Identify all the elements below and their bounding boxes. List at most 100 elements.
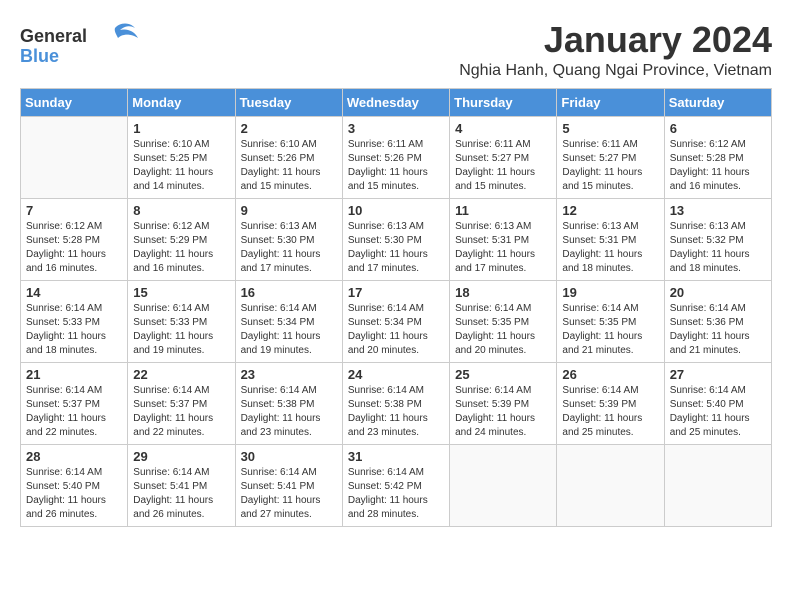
day-number: 12 (562, 203, 658, 218)
week-row-2: 7 Sunrise: 6:12 AMSunset: 5:28 PMDaylight… (21, 198, 772, 280)
day-info: Sunrise: 6:14 AMSunset: 5:41 PMDaylight:… (133, 466, 229, 522)
day-info: Sunrise: 6:12 AMSunset: 5:29 PMDaylight:… (133, 220, 229, 276)
day-number: 14 (26, 285, 122, 300)
calendar-cell: 18Sunrise: 6:14 AMSunset: 5:35 PMDayligh… (450, 280, 557, 362)
day-info: Sunrise: 6:14 AMSunset: 5:34 PMDaylight:… (241, 302, 337, 358)
svg-text:General: General (20, 26, 87, 46)
day-info: Sunrise: 6:14 AMSunset: 5:37 PMDaylight:… (26, 384, 122, 440)
weekday-header-saturday: Saturday (664, 88, 771, 116)
calendar-cell: 23 Sunrise: 6:14 AMSunset: 5:38 PMDayligh… (235, 362, 342, 444)
day-info: Sunrise: 6:14 AMSunset: 5:41 PMDaylight:… (241, 466, 337, 522)
day-info: Sunrise: 6:14 AMSunset: 5:36 PMDaylight:… (670, 302, 766, 358)
calendar-cell: 2 Sunrise: 6:10 AMSunset: 5:26 PMDaylight… (235, 116, 342, 198)
day-number: 11 (455, 203, 551, 218)
day-number: 3 (348, 121, 444, 136)
day-number: 25 (455, 367, 551, 382)
calendar-cell (21, 116, 128, 198)
day-number: 29 (133, 449, 229, 464)
svg-text:Blue: Blue (20, 46, 59, 66)
week-row-1: 1 Sunrise: 6:10 AMSunset: 5:25 PMDaylight… (21, 116, 772, 198)
day-number: 6 (670, 121, 766, 136)
calendar-cell: 5 Sunrise: 6:11 AMSunset: 5:27 PMDaylight… (557, 116, 664, 198)
day-info: Sunrise: 6:14 AMSunset: 5:35 PMDaylight:… (562, 302, 658, 358)
day-info: Sunrise: 6:12 AMSunset: 5:28 PMDaylight:… (670, 138, 766, 194)
day-info: Sunrise: 6:10 AMSunset: 5:26 PMDaylight:… (241, 138, 337, 194)
calendar-cell: 19 Sunrise: 6:14 AMSunset: 5:35 PMDayligh… (557, 280, 664, 362)
day-info: Sunrise: 6:14 AMSunset: 5:40 PMDaylight:… (26, 466, 122, 522)
day-number: 26 (562, 367, 658, 382)
title-section: January 2024 Nghia Hanh, Quang Ngai Prov… (459, 20, 772, 80)
day-info: Sunrise: 6:13 AMSunset: 5:31 PMDaylight:… (562, 220, 658, 276)
day-info: Sunrise: 6:14 AMSunset: 5:42 PMDaylight:… (348, 466, 444, 522)
day-info: Sunrise: 6:11 AMSunset: 5:27 PMDaylight:… (562, 138, 658, 194)
calendar-cell: 9Sunrise: 6:13 AMSunset: 5:30 PMDaylight… (235, 198, 342, 280)
week-row-4: 21Sunrise: 6:14 AMSunset: 5:37 PMDayligh… (21, 362, 772, 444)
location-title: Nghia Hanh, Quang Ngai Province, Vietnam (459, 62, 772, 80)
day-number: 30 (241, 449, 337, 464)
logo-text: General Blue (20, 20, 150, 75)
day-info: Sunrise: 6:11 AMSunset: 5:26 PMDaylight:… (348, 138, 444, 194)
logo-svg: General Blue (20, 20, 150, 70)
day-number: 5 (562, 121, 658, 136)
day-info: Sunrise: 6:11 AMSunset: 5:27 PMDaylight:… (455, 138, 551, 194)
day-number: 15 (133, 285, 229, 300)
calendar-cell (664, 444, 771, 526)
day-number: 13 (670, 203, 766, 218)
calendar-table: SundayMondayTuesdayWednesdayThursdayFrid… (20, 88, 772, 527)
day-info: Sunrise: 6:14 AMSunset: 5:38 PMDaylight:… (348, 384, 444, 440)
weekday-header-friday: Friday (557, 88, 664, 116)
weekday-header-sunday: Sunday (21, 88, 128, 116)
page-container: General Blue January 2024 Nghia Hanh, Qu… (20, 20, 772, 527)
weekday-header-tuesday: Tuesday (235, 88, 342, 116)
calendar-cell: 22Sunrise: 6:14 AMSunset: 5:37 PMDayligh… (128, 362, 235, 444)
calendar-cell: 6 Sunrise: 6:12 AMSunset: 5:28 PMDaylight… (664, 116, 771, 198)
calendar-cell: 4Sunrise: 6:11 AMSunset: 5:27 PMDaylight… (450, 116, 557, 198)
day-number: 2 (241, 121, 337, 136)
calendar-cell: 28 Sunrise: 6:14 AMSunset: 5:40 PMDayligh… (21, 444, 128, 526)
day-info: Sunrise: 6:14 AMSunset: 5:39 PMDaylight:… (455, 384, 551, 440)
calendar-cell: 11 Sunrise: 6:13 AMSunset: 5:31 PMDayligh… (450, 198, 557, 280)
day-info: Sunrise: 6:13 AMSunset: 5:30 PMDaylight:… (348, 220, 444, 276)
day-number: 27 (670, 367, 766, 382)
calendar-cell: 8 Sunrise: 6:12 AMSunset: 5:29 PMDaylight… (128, 198, 235, 280)
calendar-cell (557, 444, 664, 526)
day-number: 23 (241, 367, 337, 382)
calendar-cell: 15 Sunrise: 6:14 AMSunset: 5:33 PMDayligh… (128, 280, 235, 362)
calendar-cell: 10 Sunrise: 6:13 AMSunset: 5:30 PMDayligh… (342, 198, 449, 280)
day-number: 19 (562, 285, 658, 300)
weekday-header-row: SundayMondayTuesdayWednesdayThursdayFrid… (21, 88, 772, 116)
day-info: Sunrise: 6:13 AMSunset: 5:31 PMDaylight:… (455, 220, 551, 276)
day-info: Sunrise: 6:14 AMSunset: 5:39 PMDaylight:… (562, 384, 658, 440)
day-number: 7 (26, 203, 122, 218)
day-number: 28 (26, 449, 122, 464)
day-number: 22 (133, 367, 229, 382)
weekday-header-monday: Monday (128, 88, 235, 116)
day-info: Sunrise: 6:14 AMSunset: 5:33 PMDaylight:… (133, 302, 229, 358)
calendar-cell (450, 444, 557, 526)
day-number: 8 (133, 203, 229, 218)
day-info: Sunrise: 6:14 AMSunset: 5:40 PMDaylight:… (670, 384, 766, 440)
calendar-cell: 20 Sunrise: 6:14 AMSunset: 5:36 PMDayligh… (664, 280, 771, 362)
day-number: 9 (241, 203, 337, 218)
calendar-cell: 12 Sunrise: 6:13 AMSunset: 5:31 PMDayligh… (557, 198, 664, 280)
calendar-cell: 13Sunrise: 6:13 AMSunset: 5:32 PMDayligh… (664, 198, 771, 280)
day-number: 20 (670, 285, 766, 300)
month-title: January 2024 (459, 20, 772, 60)
day-number: 31 (348, 449, 444, 464)
calendar-cell: 27 Sunrise: 6:14 AMSunset: 5:40 PMDayligh… (664, 362, 771, 444)
day-number: 16 (241, 285, 337, 300)
calendar-cell: 16 Sunrise: 6:14 AMSunset: 5:34 PMDayligh… (235, 280, 342, 362)
calendar-cell: 1 Sunrise: 6:10 AMSunset: 5:25 PMDaylight… (128, 116, 235, 198)
day-number: 1 (133, 121, 229, 136)
day-number: 10 (348, 203, 444, 218)
day-number: 24 (348, 367, 444, 382)
calendar-cell: 14 Sunrise: 6:14 AMSunset: 5:33 PMDayligh… (21, 280, 128, 362)
day-info: Sunrise: 6:12 AMSunset: 5:28 PMDaylight:… (26, 220, 122, 276)
day-info: Sunrise: 6:14 AMSunset: 5:38 PMDaylight:… (241, 384, 337, 440)
calendar-cell: 30 Sunrise: 6:14 AMSunset: 5:41 PMDayligh… (235, 444, 342, 526)
day-info: Sunrise: 6:10 AMSunset: 5:25 PMDaylight:… (133, 138, 229, 194)
day-number: 17 (348, 285, 444, 300)
calendar-cell: 7 Sunrise: 6:12 AMSunset: 5:28 PMDaylight… (21, 198, 128, 280)
day-info: Sunrise: 6:14 AMSunset: 5:33 PMDaylight:… (26, 302, 122, 358)
week-row-3: 14 Sunrise: 6:14 AMSunset: 5:33 PMDayligh… (21, 280, 772, 362)
